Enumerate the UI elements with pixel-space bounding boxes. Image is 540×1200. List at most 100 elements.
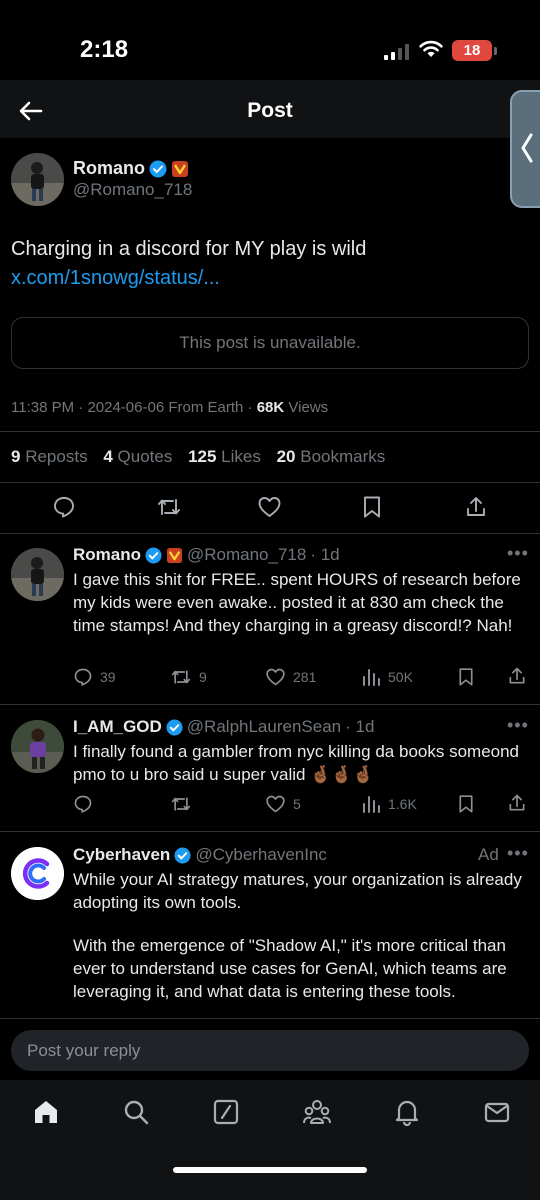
reply-views-button[interactable]: 1.6K [361, 794, 417, 814]
reply-avatar[interactable] [11, 548, 64, 601]
reply-text: I finally found a gambler from nyc killi… [73, 742, 520, 784]
views-icon [363, 796, 380, 813]
repost-icon [171, 670, 191, 684]
affiliate-badge-icon [172, 160, 188, 177]
grok-icon[interactable] [212, 1098, 240, 1126]
verified-badge-icon [174, 846, 191, 864]
bookmark-icon[interactable] [361, 495, 383, 519]
comment-icon [74, 668, 92, 686]
wifi-icon [419, 40, 443, 57]
battery-indicator: 18 [452, 40, 492, 61]
verified-badge-icon [145, 546, 162, 564]
more-options-icon[interactable]: ••• [507, 843, 529, 864]
page-title: Post [247, 99, 293, 122]
status-time: 2:18 [80, 36, 129, 63]
status-bar: 2:18 18 [0, 0, 540, 90]
top-header: Post [0, 80, 540, 138]
messages-icon[interactable] [483, 1098, 511, 1126]
reply-avatar[interactable] [11, 720, 64, 773]
bookmark-icon[interactable] [457, 667, 475, 687]
share-icon[interactable] [507, 666, 527, 686]
reply-age: · 1d [310, 545, 340, 564]
views-count: 50K [388, 669, 413, 685]
views-icon [363, 669, 380, 686]
communities-icon[interactable] [302, 1098, 332, 1126]
author-handle[interactable]: @Romano_718 [73, 180, 192, 200]
battery-nub [494, 47, 497, 55]
reply-repost-button[interactable]: 9 [170, 667, 207, 687]
like-count: 5 [293, 796, 301, 812]
divider [0, 533, 540, 534]
reply-header: Romano @Romano_718 · 1d [73, 545, 340, 565]
reply-like-button[interactable]: 281 [265, 667, 316, 687]
verified-badge-icon [166, 718, 183, 736]
share-icon[interactable] [507, 793, 527, 813]
ad-avatar[interactable] [11, 847, 64, 900]
author-name-row: Romano [73, 158, 189, 179]
author-avatar[interactable] [11, 153, 64, 206]
like-icon [266, 668, 285, 686]
reply-like-button[interactable]: 5 [265, 794, 301, 814]
share-icon[interactable] [464, 495, 488, 519]
reply-age: · 1d [345, 717, 375, 736]
post-link[interactable]: x.com/1snowg/status/... [11, 267, 220, 289]
more-options-icon[interactable]: ••• [507, 543, 529, 564]
stat-quotes[interactable]: 4 Quotes [103, 447, 172, 466]
more-options-icon[interactable]: ••• [507, 715, 529, 736]
post-body: Charging in a discord for MY play is wil… [11, 238, 367, 260]
notifications-icon[interactable] [393, 1098, 421, 1126]
side-panel-handle[interactable] [510, 90, 540, 208]
stat-reposts[interactable]: 9 Reposts [11, 447, 88, 466]
reply-author-handle[interactable]: @RalphLaurenSean [187, 717, 341, 737]
like-icon[interactable] [257, 495, 282, 519]
comment-icon[interactable] [52, 495, 76, 519]
post-time: 11:38 PM [11, 399, 75, 416]
reply-comment-button[interactable]: 39 [73, 667, 116, 687]
ad-label: Ad [478, 845, 499, 864]
reply-count: 39 [100, 669, 116, 685]
comment-icon [74, 795, 92, 813]
reply-input[interactable]: Post your reply [11, 1030, 529, 1071]
reply-author-name[interactable]: Romano [73, 545, 141, 565]
ad-text-2: With the emergence of "Shadow AI," it's … [73, 936, 507, 1001]
stat-bookmarks[interactable]: 20 Bookmarks [277, 447, 386, 466]
repost-icon[interactable] [156, 495, 182, 519]
post-date: 2024-06-06 [87, 399, 165, 416]
reply-repost-button[interactable] [170, 794, 199, 814]
ad-text-1: While your AI strategy matures, your org… [73, 870, 522, 912]
like-icon [266, 795, 285, 813]
bottom-tab-bar [0, 1080, 540, 1200]
cellular-signal-icon [384, 44, 409, 60]
repost-count: 9 [199, 669, 207, 685]
like-count: 281 [293, 669, 317, 685]
reply-views-button[interactable]: 50K [361, 667, 413, 687]
reply-author-name[interactable]: I_AM_GOD [73, 717, 162, 737]
divider [0, 482, 540, 483]
affiliate-badge-icon [166, 547, 183, 563]
search-icon[interactable] [122, 1098, 150, 1126]
author-name[interactable]: Romano [73, 158, 145, 179]
engagement-stats: 9 Reposts 4 Quotes 125 Likes 20 Bookmark… [11, 447, 396, 467]
post-source: From Earth [168, 399, 244, 416]
reply-comment-button[interactable] [73, 794, 100, 814]
verified-badge-icon [149, 160, 167, 177]
cyberhaven-logo-icon [11, 847, 64, 900]
chevron-left-icon [521, 133, 533, 163]
ad-author-name[interactable]: Cyberhaven [73, 845, 170, 865]
post-text: Charging in a discord for MY play is wil… [11, 235, 531, 293]
post-views-label: Views [288, 399, 329, 416]
home-icon[interactable] [32, 1098, 60, 1126]
divider [0, 831, 540, 832]
repost-icon [171, 797, 191, 811]
bookmark-icon[interactable] [457, 794, 475, 814]
stat-likes[interactable]: 125 Likes [188, 447, 261, 466]
home-indicator [173, 1167, 367, 1173]
reply-header: I_AM_GOD @RalphLaurenSean · 1d [73, 717, 374, 737]
ad-author-handle[interactable]: @CyberhavenInc [195, 845, 327, 865]
reply-author-handle[interactable]: @Romano_718 [187, 545, 306, 565]
post-meta: 11:38 PM · 2024-06-06 From Earth · 68K V… [11, 399, 329, 416]
reply-header: Cyberhaven @CyberhavenInc [73, 845, 327, 865]
views-count: 1.6K [388, 796, 417, 812]
post-views-count: 68K [256, 399, 285, 416]
reply-text: I gave this shit for FREE.. spent HOURS … [73, 570, 521, 635]
